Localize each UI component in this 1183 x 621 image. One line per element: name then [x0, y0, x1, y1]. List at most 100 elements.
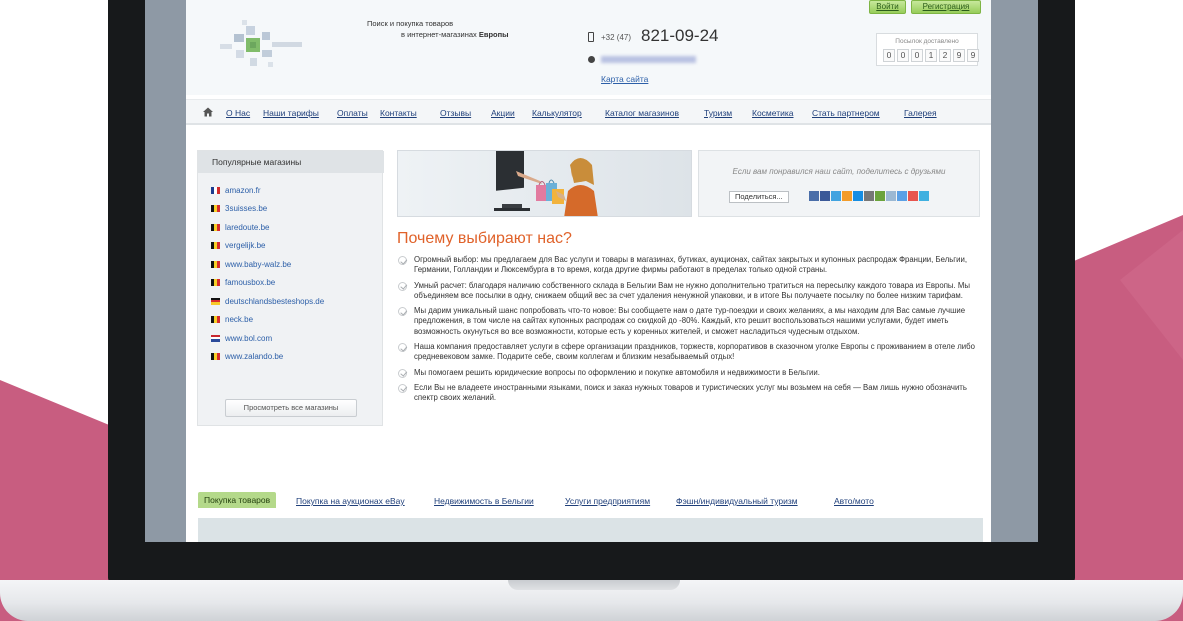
list-item: Умный расчет: благодаря наличию собствен…: [397, 281, 982, 302]
belgium-flag-icon: [211, 205, 220, 213]
blurred-skype-id[interactable]: [601, 56, 696, 63]
store-item[interactable]: www.bol.com: [211, 329, 324, 348]
social-facebook-icon[interactable]: [820, 191, 830, 201]
store-item[interactable]: deutschlandsbesteshops.de: [211, 292, 324, 311]
store-link[interactable]: www.zalando.be: [225, 352, 283, 361]
counter-digit: 0: [897, 49, 909, 62]
skype-icon: [588, 56, 595, 63]
store-list: amazon.fr 3suisses.be laredoute.be verge…: [211, 181, 324, 366]
store-item[interactable]: neck.be: [211, 311, 324, 330]
store-link[interactable]: 3suisses.be: [225, 204, 267, 213]
list-item: Мы помогаем решить юридические вопросы п…: [397, 368, 982, 378]
shopping-banner[interactable]: [397, 150, 692, 217]
laptop-screen: Поиск и покупка товаров в интернет-магаз…: [145, 0, 1038, 542]
store-link[interactable]: vergelijk.be: [225, 241, 265, 250]
share-button[interactable]: Поделиться...: [729, 191, 789, 203]
counter-digit: 0: [883, 49, 895, 62]
nav-promotions[interactable]: Акции: [491, 108, 515, 118]
social-more-icon[interactable]: [919, 191, 929, 201]
store-item[interactable]: famousbox.be: [211, 274, 324, 293]
phone-prefix: +32 (47): [601, 33, 632, 42]
nav-contacts[interactable]: Контакты: [380, 108, 417, 118]
nav-tariffs[interactable]: Наши тарифы: [263, 108, 319, 118]
tagline-bold: Европы: [478, 30, 509, 39]
tagline-line1: Поиск и покупка товаров: [367, 19, 454, 28]
social-livejournal-icon[interactable]: [864, 191, 874, 201]
nav-store-catalog[interactable]: Каталог магазинов: [605, 108, 679, 118]
store-link[interactable]: amazon.fr: [225, 186, 261, 195]
website-page: Поиск и покупка товаров в интернет-магаз…: [186, 0, 991, 542]
share-prompt: Если вам понравился наш сайт, поделитесь…: [732, 167, 946, 176]
nav-calculator[interactable]: Калькулятор: [532, 108, 582, 118]
store-link[interactable]: www.baby-walz.be: [225, 260, 291, 269]
store-item[interactable]: amazon.fr: [211, 181, 324, 200]
checkmark-icon: [398, 343, 407, 353]
laptop-hinge-notch: [508, 580, 680, 590]
belgium-flag-icon: [211, 242, 220, 250]
reason-text: Мы дарим уникальный шанс попробовать что…: [414, 306, 966, 336]
store-link[interactable]: neck.be: [225, 315, 253, 324]
store-link[interactable]: www.bol.com: [225, 334, 272, 343]
social-twitter-icon[interactable]: [831, 191, 841, 201]
social-pinterest-icon[interactable]: [908, 191, 918, 201]
store-link[interactable]: deutschlandsbesteshops.de: [225, 297, 324, 306]
tagline-line2-text: в интернет-магазинах: [401, 30, 479, 39]
tab-goods-purchase[interactable]: Покупка товаров: [198, 492, 277, 508]
store-item[interactable]: laredoute.be: [211, 218, 324, 237]
counter-digit: 2: [939, 49, 951, 62]
store-item[interactable]: www.zalando.be: [211, 348, 324, 367]
sidebar-header: Популярные магазины: [198, 151, 384, 173]
belgium-flag-icon: [211, 279, 220, 287]
list-item: Если Вы не владеете иностранными языками…: [397, 383, 982, 404]
nav-cosmetics[interactable]: Косметика: [752, 108, 794, 118]
tab-belgium-real-estate[interactable]: Недвижимость в Бельгии: [434, 496, 534, 506]
social-googleplus-icon[interactable]: [875, 191, 885, 201]
home-icon[interactable]: [203, 107, 213, 117]
page-title: Почему выбирают нас?: [397, 230, 572, 247]
list-item: Наша компания предоставляет услуги в сфе…: [397, 342, 982, 363]
social-vk-icon[interactable]: [809, 191, 819, 201]
login-button[interactable]: Войти: [869, 0, 906, 14]
tab-business-services[interactable]: Услуги предприятиям: [565, 496, 650, 506]
checkmark-icon: [398, 368, 407, 378]
view-all-stores-button[interactable]: Просмотреть все магазины: [225, 399, 357, 417]
parcel-counter: Посылок доставлено 0 0 0 1 2 9 9: [876, 33, 979, 66]
checkmark-icon: [398, 383, 407, 393]
counter-digit: 9: [967, 49, 979, 62]
nav-reviews[interactable]: Отзывы: [440, 108, 471, 118]
social-liveinternet-icon[interactable]: [897, 191, 907, 201]
counter-digit: 1: [925, 49, 937, 62]
store-link[interactable]: famousbox.be: [225, 278, 275, 287]
social-email-icon[interactable]: [886, 191, 896, 201]
store-link[interactable]: laredoute.be: [225, 223, 269, 232]
tab-ebay-auctions[interactable]: Покупка на аукционах eBay: [296, 496, 405, 506]
reasons-list: Огромный выбор: мы предлагаем для Вас ус…: [397, 255, 982, 409]
nav-tourism[interactable]: Туризм: [704, 108, 732, 118]
blurred-logo[interactable]: [206, 12, 316, 82]
list-item: Огромный выбор: мы предлагаем для Вас ус…: [397, 255, 982, 276]
reason-text: Огромный выбор: мы предлагаем для Вас ус…: [414, 255, 968, 275]
sitemap-link[interactable]: Карта сайта: [601, 74, 648, 84]
counter-digit: 9: [953, 49, 965, 62]
social-odnoklassniki-icon[interactable]: [842, 191, 852, 201]
store-item[interactable]: www.baby-walz.be: [211, 255, 324, 274]
nav-payments[interactable]: Оплаты: [337, 108, 368, 118]
nav-become-partner[interactable]: Стать партнером: [812, 108, 880, 118]
checkmark-icon: [398, 281, 407, 291]
tab-fashion-tourism[interactable]: Фэшн/индивидуальный туризм: [676, 496, 798, 506]
nav-about[interactable]: О Нас: [226, 108, 250, 118]
belgium-flag-icon: [211, 316, 220, 324]
checkmark-icon: [398, 307, 407, 317]
store-item[interactable]: vergelijk.be: [211, 237, 324, 256]
sidebar-title: Популярные магазины: [212, 157, 302, 167]
social-mailru-icon[interactable]: [853, 191, 863, 201]
reason-text: Умный расчет: благодаря наличию собствен…: [414, 280, 970, 300]
nav-gallery[interactable]: Галерея: [904, 108, 937, 118]
france-flag-icon: [211, 186, 220, 194]
register-button[interactable]: Регистрация: [911, 0, 981, 14]
store-item[interactable]: 3suisses.be: [211, 200, 324, 219]
social-icons: [809, 191, 929, 201]
tab-auto-moto[interactable]: Авто/мото: [834, 496, 874, 506]
tagline-line2: в интернет-магазинах Европы: [367, 29, 509, 40]
popular-stores-sidebar: Популярные магазины amazon.fr 3suisses.b…: [197, 150, 384, 426]
